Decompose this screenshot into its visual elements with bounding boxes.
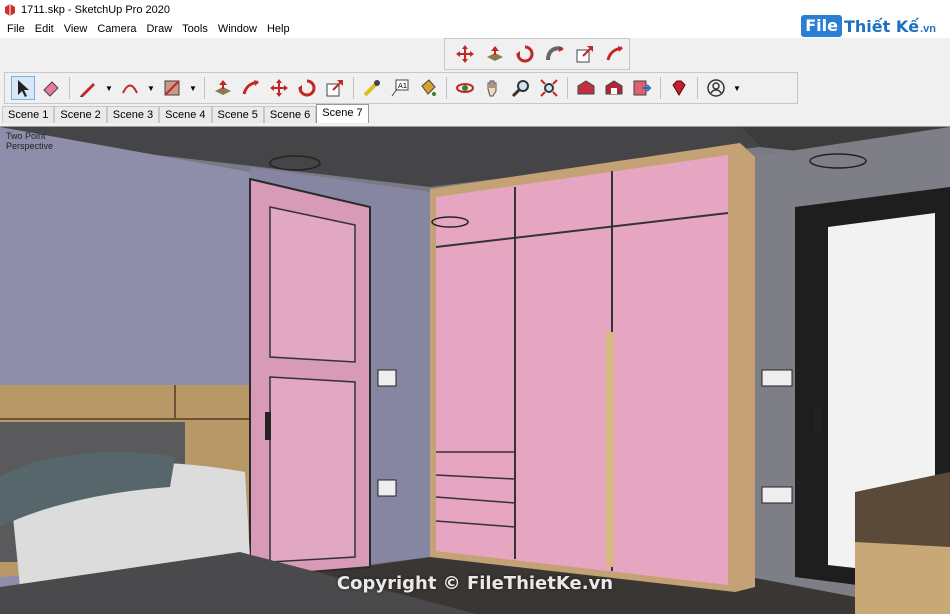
wardrobe-handle — [606, 332, 614, 567]
scene-tabs: Scene 1 Scene 2 Scene 3 Scene 4 Scene 5 … — [2, 104, 369, 123]
scene-tab-7[interactable]: Scene 7 — [316, 104, 369, 123]
wall-socket — [377, 479, 397, 497]
toolbar-separator — [567, 77, 568, 99]
orbit-icon[interactable] — [453, 76, 477, 100]
model-viewport[interactable]: Two Point Perspective Copyright © FileTh… — [0, 126, 950, 614]
toolbar-separator — [69, 77, 70, 99]
chevron-down-icon[interactable]: ▼ — [188, 76, 198, 100]
toolbar-separator — [204, 77, 205, 99]
sketchup-app-icon — [4, 4, 16, 16]
main-toolbar: ▼ ▼ ▼ A1 ▼ — [4, 72, 798, 104]
perspective-label-line1: Two Point — [6, 131, 46, 141]
bedroom-scene — [0, 127, 950, 614]
scene-tab-1[interactable]: Scene 1 — [2, 106, 55, 123]
ruby-console-icon[interactable] — [667, 76, 691, 100]
scale-icon[interactable] — [323, 76, 347, 100]
window-title: 1711.skp - SketchUp Pro 2020 — [21, 4, 170, 16]
menu-tools[interactable]: Tools — [177, 20, 213, 38]
pencil-line-icon[interactable] — [76, 76, 100, 100]
chevron-down-icon[interactable]: ▼ — [732, 76, 742, 100]
follow-me-icon[interactable] — [543, 42, 567, 66]
arc-icon[interactable] — [118, 76, 142, 100]
menu-edit[interactable]: Edit — [30, 20, 59, 38]
toolbar-separator — [353, 77, 354, 99]
menu-view[interactable]: View — [59, 20, 93, 38]
rectangle-icon[interactable] — [160, 76, 184, 100]
toolbar-separator — [697, 77, 698, 99]
warehouse-icon[interactable] — [574, 76, 598, 100]
chevron-down-icon[interactable]: ▼ — [104, 76, 114, 100]
scene-tab-5[interactable]: Scene 5 — [211, 106, 264, 123]
chevron-down-icon[interactable]: ▼ — [146, 76, 156, 100]
light-switch — [761, 369, 793, 387]
offset-icon[interactable] — [239, 76, 263, 100]
wardrobe-doors — [436, 155, 728, 585]
zoom-extents-icon[interactable] — [537, 76, 561, 100]
push-pull-icon[interactable] — [483, 42, 507, 66]
menu-help[interactable]: Help — [262, 20, 295, 38]
brand-logo-tld: .vn — [920, 23, 936, 35]
select-arrow-icon[interactable] — [11, 76, 35, 100]
offset-icon[interactable] — [603, 42, 627, 66]
brand-logo: File Thiết Kế .vn — [801, 12, 936, 40]
perspective-label: Two Point Perspective — [6, 131, 53, 151]
sketchup-window: 1711.skp - SketchUp Pro 2020 File Edit V… — [0, 0, 950, 614]
user-account-icon[interactable] — [704, 76, 728, 100]
extension-warehouse-icon[interactable] — [602, 76, 626, 100]
scene-tab-2[interactable]: Scene 2 — [54, 106, 107, 123]
copyright-watermark: Copyright © FileThietKe.vn — [336, 573, 614, 594]
menu-camera[interactable]: Camera — [92, 20, 141, 38]
brand-logo-file: File — [801, 15, 842, 37]
menu-draw[interactable]: Draw — [141, 20, 177, 38]
wall-socket — [761, 486, 793, 504]
scene-tab-3[interactable]: Scene 3 — [106, 106, 160, 123]
light-switch — [377, 369, 397, 387]
eraser-icon[interactable] — [39, 76, 63, 100]
brand-logo-name: Thiết Kế — [843, 16, 920, 36]
move-icon[interactable] — [453, 42, 477, 66]
tape-measure-icon[interactable] — [360, 76, 384, 100]
menu-file[interactable]: File — [2, 20, 30, 38]
toolbar-separator — [446, 77, 447, 99]
scale-icon[interactable] — [573, 42, 597, 66]
camera-toolbar — [444, 38, 630, 70]
rotate-icon[interactable] — [513, 42, 537, 66]
svg-text:A1: A1 — [398, 82, 407, 90]
perspective-label-line2: Perspective — [6, 141, 54, 151]
text-label-icon[interactable]: A1 — [388, 76, 412, 100]
send-to-layout-icon[interactable] — [630, 76, 654, 100]
zoom-icon[interactable] — [509, 76, 533, 100]
rotate-icon[interactable] — [295, 76, 319, 100]
door-handle — [265, 412, 271, 440]
paint-bucket-icon[interactable] — [416, 76, 440, 100]
menu-window[interactable]: Window — [213, 20, 262, 38]
scene-tab-4[interactable]: Scene 4 — [159, 106, 212, 123]
toolbar-separator — [660, 77, 661, 99]
pan-hand-icon[interactable] — [481, 76, 505, 100]
scene-tab-6[interactable]: Scene 6 — [263, 106, 317, 123]
move-icon[interactable] — [267, 76, 291, 100]
push-pull-icon[interactable] — [211, 76, 235, 100]
